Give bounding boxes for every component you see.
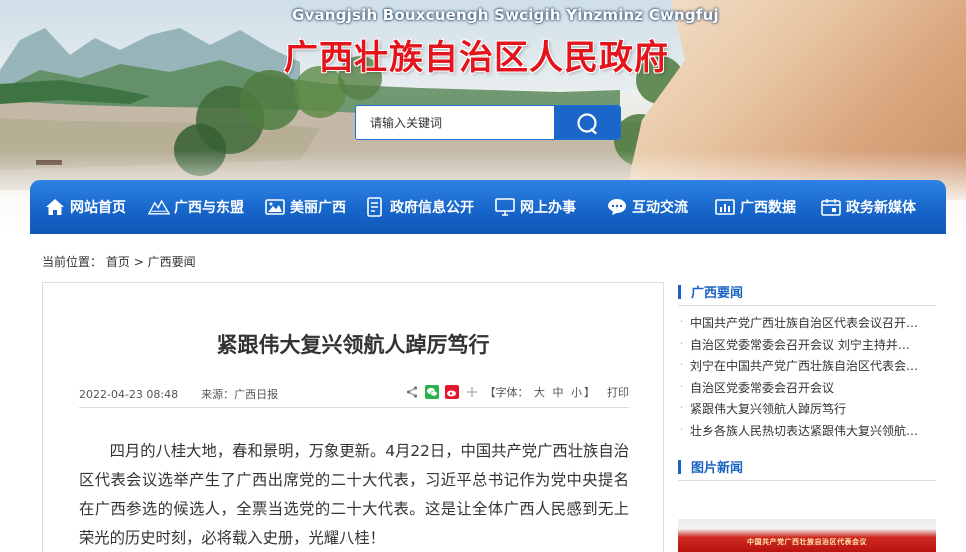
sidebar: 广西要闻 · 中国共产党广西壮族自治区代表会议召开… · 自治区党委常委会召开会议 …: [678, 278, 936, 481]
breadcrumb-home-link[interactable]: 首页: [106, 255, 130, 269]
search-box: [355, 105, 621, 140]
nav-item-label: 政府信息公开: [390, 200, 474, 216]
nav-item-new-media[interactable]: 政务新媒体: [820, 180, 916, 234]
nav-item-interaction[interactable]: 互动交流: [606, 180, 688, 234]
nav-item-data[interactable]: 广西数据: [714, 180, 796, 234]
search-input[interactable]: [356, 106, 554, 139]
picture-icon: [264, 196, 286, 218]
chart-icon: [714, 196, 736, 218]
bullet-icon: ·: [680, 338, 684, 350]
search-button[interactable]: [554, 106, 620, 139]
font-size-control: 【字体： 大 中 小】: [485, 384, 596, 400]
nav-item-label: 网站首页: [70, 200, 126, 216]
bullet-icon: ·: [680, 424, 684, 436]
nav-item-home[interactable]: 网站首页: [44, 180, 126, 234]
article-panel: 紧跟伟大复兴领航人踔厉笃行 2022-04-23 08:48 来源：广西日报 【…: [42, 282, 664, 552]
sidebar-news-list: · 中国共产党广西壮族自治区代表会议召开… · 自治区党委常委会召开会议 刘宁主持并…: [678, 306, 936, 441]
photo-news-caption: 中国共产党广西壮族自治区代表会议: [747, 538, 867, 546]
calendar-icon: [820, 196, 842, 218]
share-icon[interactable]: [405, 385, 419, 399]
search-icon: [577, 112, 597, 134]
nav-item-label: 政务新媒体: [846, 200, 916, 216]
bullet-icon: ·: [680, 403, 684, 415]
sidebar-photo-header: 图片新闻: [678, 453, 936, 481]
header-accent-bar: [678, 284, 681, 299]
font-size-close: 】: [584, 386, 595, 399]
sidebar-news-header: 广西要闻: [678, 278, 936, 306]
photo-news-image[interactable]: 中国共产党广西壮族自治区代表会议: [678, 519, 936, 552]
news-list-item[interactable]: · 紧跟伟大复兴领航人踔厉笃行: [678, 398, 936, 420]
nav-item-online-service[interactable]: 网上办事: [494, 180, 576, 234]
nav-item-label: 互动交流: [632, 200, 688, 216]
bullet-icon: ·: [680, 381, 684, 393]
nav-item-label: 网上办事: [520, 200, 576, 216]
site-title[interactable]: 广西壮族自治区人民政府: [284, 30, 669, 79]
news-list-item[interactable]: · 自治区党委常委会召开会议: [678, 377, 936, 399]
font-size-medium-link[interactable]: 中: [553, 386, 564, 399]
print-link[interactable]: 打印: [607, 384, 629, 400]
nav-item-beautiful-guangxi[interactable]: 美丽广西: [264, 180, 346, 234]
wechat-share-icon[interactable]: [424, 385, 439, 399]
mountain-icon: [148, 196, 170, 218]
breadcrumb-separator: >: [133, 255, 144, 269]
more-share-icon[interactable]: [465, 385, 479, 399]
site-subtitle-zhuang: Gvangjsih Bouxcuengh Swcigih Yinzminz Cw…: [292, 6, 719, 24]
nav-item-label: 美丽广西: [290, 200, 346, 216]
monitor-icon: [494, 196, 516, 218]
bullet-icon: ·: [680, 317, 684, 329]
font-size-large-link[interactable]: 大: [534, 386, 545, 399]
nav-item-label: 广西数据: [740, 200, 796, 216]
breadcrumb-prefix: 当前位置：: [42, 255, 103, 269]
breadcrumb: 当前位置： 首页 > 广西要闻: [42, 253, 196, 270]
news-list-item[interactable]: · 自治区党委常委会召开会议 刘宁主持并…: [678, 334, 936, 356]
nav-item-gov-info[interactable]: 政府信息公开: [364, 180, 474, 234]
news-list-item[interactable]: · 壮乡各族人民热切表达紧跟伟大复兴领航…: [678, 420, 936, 442]
sidebar-photo-title[interactable]: 图片新闻: [691, 457, 743, 476]
bullet-icon: ·: [680, 360, 684, 372]
nav-item-asean[interactable]: 广西与东盟: [148, 180, 244, 234]
article-body: 四月的八桂大地，春和景明，万象更新。4月22日，中国共产党广西壮族自治区代表会议…: [79, 442, 629, 547]
news-list-item[interactable]: · 刘宁在中国共产党广西壮族自治区代表会…: [678, 355, 936, 377]
header-accent-bar: [678, 459, 681, 474]
article-date: 2022-04-23 08:48: [79, 388, 179, 401]
article-meta: 2022-04-23 08:48 来源：广西日报 【字体： 大 中 小】 打印: [79, 384, 629, 408]
weibo-share-icon[interactable]: [444, 385, 459, 399]
nav-item-label: 广西与东盟: [174, 200, 244, 216]
main-nav: 网站首页 广西与东盟 美丽广西 政府信息公开 网上办事 互动交流 广西数据 政务…: [30, 180, 946, 234]
font-size-small-link[interactable]: 小: [571, 386, 582, 399]
article-source-label: 来源：: [201, 388, 235, 401]
article-source: 广西日报: [234, 388, 279, 401]
home-icon: [44, 196, 66, 218]
sidebar-news-title[interactable]: 广西要闻: [691, 282, 743, 301]
breadcrumb-current-link[interactable]: 广西要闻: [148, 255, 196, 269]
font-size-label: 【字体：: [484, 386, 529, 399]
document-icon: [364, 196, 386, 218]
chat-icon: [606, 196, 628, 218]
article-title: 紧跟伟大复兴领航人踔厉笃行: [216, 333, 490, 357]
news-list-item[interactable]: · 中国共产党广西壮族自治区代表会议召开…: [678, 312, 936, 334]
